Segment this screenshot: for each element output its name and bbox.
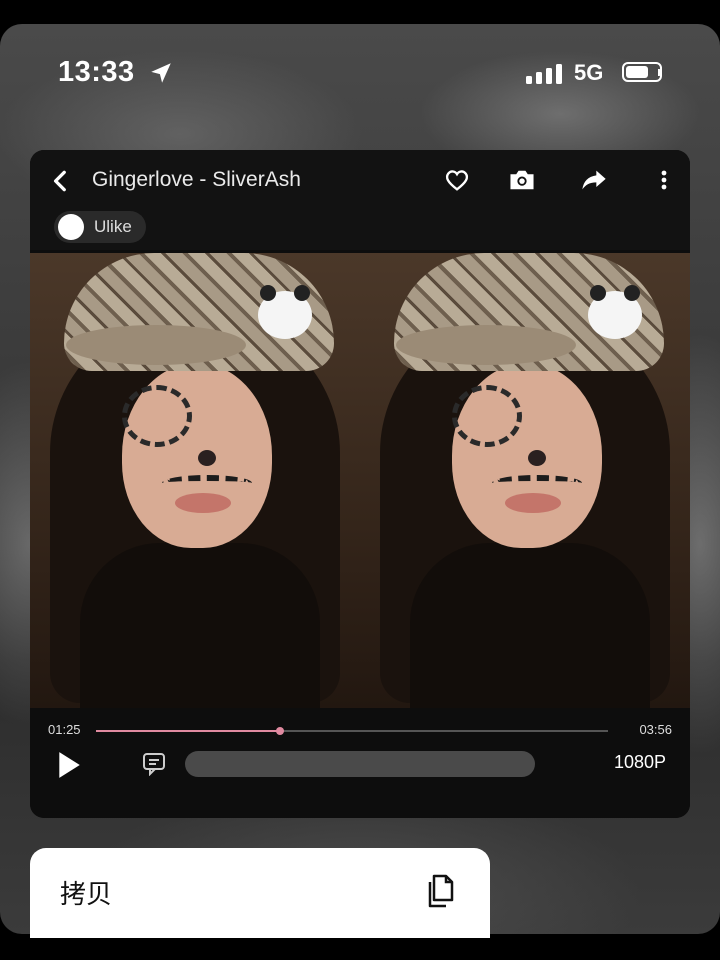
heart-icon[interactable] [443, 166, 471, 194]
progress-played [96, 730, 281, 732]
player-controls: 01:25 03:56 1080P [30, 708, 690, 818]
video-frame-left [30, 253, 360, 708]
network-type: 5G [574, 60, 604, 85]
camera-icon[interactable] [507, 166, 537, 194]
user-chip[interactable]: Ulike [54, 211, 146, 243]
status-bar: 13:33 5G [0, 24, 720, 124]
username: Ulike [94, 217, 132, 236]
avatar [58, 214, 84, 240]
video-player[interactable]: Gingerlove - SliverAsh Ulike 01:25 03:56… [30, 150, 690, 818]
progress-handle[interactable] [276, 727, 285, 735]
context-menu: 拷贝 [30, 848, 490, 938]
panda-sticker-icon [588, 285, 642, 339]
video-title: Gingerlove - SliverAsh [92, 168, 301, 191]
location-arrow-icon [151, 63, 171, 83]
play-icon[interactable] [56, 751, 82, 779]
danmu-input[interactable] [185, 751, 535, 777]
status-time: 13:33 [58, 56, 135, 88]
progress-bar[interactable] [96, 727, 608, 735]
menu-item-copy[interactable]: 拷贝 [60, 874, 112, 911]
quality-selector[interactable]: 1080P [614, 752, 666, 773]
player-top-bar: Gingerlove - SliverAsh Ulike [30, 150, 690, 250]
duration: 03:56 [639, 722, 672, 737]
share-icon[interactable] [580, 166, 608, 194]
battery-icon [622, 62, 662, 82]
video-frame[interactable] [30, 253, 690, 708]
more-icon[interactable] [652, 166, 676, 194]
current-time: 01:25 [48, 722, 81, 737]
copy-icon[interactable] [424, 870, 458, 910]
back-icon[interactable] [48, 168, 74, 194]
signal-icon [526, 64, 562, 84]
video-frame-right [360, 253, 690, 708]
danmu-icon[interactable] [142, 752, 168, 776]
panda-sticker-icon [258, 285, 312, 339]
